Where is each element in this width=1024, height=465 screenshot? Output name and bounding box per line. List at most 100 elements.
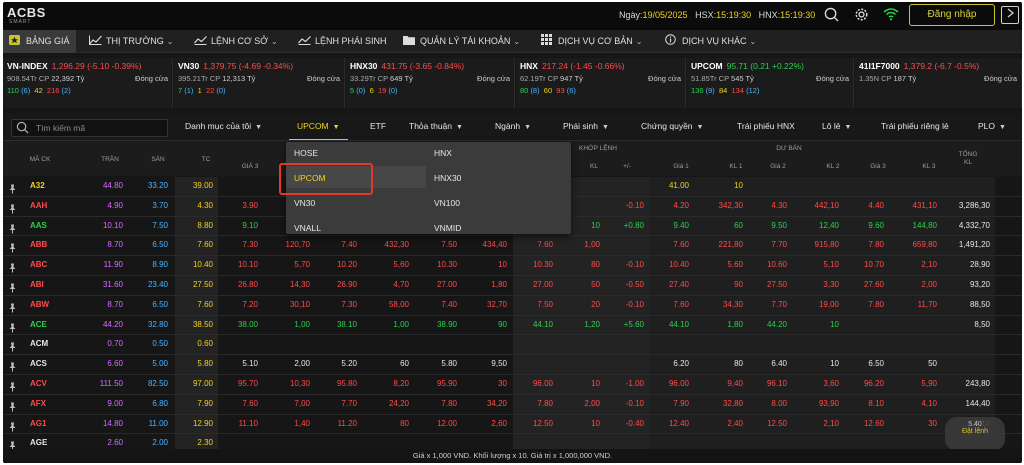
menu-label: DỊCH VỤ CƠ BẢN	[558, 36, 633, 46]
option-vn30[interactable]: VN30	[294, 198, 315, 208]
option-hnx30[interactable]: HNX30	[434, 173, 461, 183]
pin-icon[interactable]	[8, 339, 18, 352]
tab-nganh[interactable]: Ngành ▼	[495, 121, 531, 131]
pin-icon[interactable]	[8, 359, 18, 372]
col-tong-kl: TỔNG KL	[958, 151, 978, 166]
tab-upcom[interactable]: UPCOM ▼	[289, 121, 348, 141]
pin-icon[interactable]	[8, 438, 18, 451]
cell-ak3: 2,00	[921, 279, 937, 289]
cell-a1: 7.60	[673, 299, 689, 309]
tab-lo-le[interactable]: Lô lẻ ▼	[822, 121, 851, 131]
tab-trai-phieu-hnx[interactable]: Trái phiếu HNX	[737, 121, 795, 131]
pin-icon[interactable]	[8, 221, 18, 234]
cell-tr: 2.60	[107, 438, 123, 448]
symbol[interactable]: ABI	[30, 280, 44, 289]
pin-icon[interactable]	[8, 320, 18, 333]
index-card[interactable]: HNX 217.24 (-1.45 -0.66%) 62.19Tr CP 947 T…	[516, 58, 686, 108]
pin-icon[interactable]	[8, 399, 18, 412]
table-row[interactable]: ABB 8.70 6.50 7.60 7.30 120,70 7.40 432,30 7.50 4…	[3, 236, 1022, 257]
unchanged-count: 60	[543, 86, 553, 95]
symbol[interactable]: A32	[30, 181, 45, 190]
cell-a1: 10.40	[668, 260, 689, 270]
pin-icon[interactable]	[8, 260, 18, 273]
table-row[interactable]: ABC 11.90 8.90 10.40 10.10 5,70 10.20 5,60 10.30…	[3, 256, 1022, 276]
pin-icon[interactable]	[8, 240, 18, 253]
table-row[interactable]: ACE 44.20 32.80 38.50 38.00 1,00 38.10 1,00 38.9…	[3, 316, 1022, 336]
table-row[interactable]: ACM 0.70 0.50 0.60	[3, 335, 1022, 356]
option-hose[interactable]: HOSE	[294, 148, 318, 158]
index-card[interactable]: HNX30 431.75 (-3.65 -0.84%) 33.29Tr CP 649…	[346, 58, 515, 108]
menu-lenh-phai-sinh[interactable]: LỆNH PHÁI SINH	[298, 30, 387, 53]
index-card[interactable]: VN-INDEX 1,296.29 (-5.10 -0.39%) 908.54Tr …	[3, 58, 173, 108]
cell-t: 28,90	[969, 260, 990, 270]
cell-ak1: 90	[734, 279, 743, 289]
symbol[interactable]: ABC	[30, 260, 47, 269]
symbol[interactable]: AFX	[30, 399, 46, 408]
symbol[interactable]: ACS	[30, 359, 47, 368]
table-row[interactable]: ACV 111.50 82.50 97.00 95.70 10,30 95.80 8,20 95…	[3, 375, 1022, 395]
symbol[interactable]: ACE	[30, 320, 47, 329]
cell-t: 243,80	[965, 378, 990, 388]
gear-icon[interactable]	[853, 7, 870, 24]
table-row[interactable]: AG1 14.80 11.00 12.90 11.10 1,40 11.20 80 12.00 2…	[3, 415, 1022, 435]
pin-icon[interactable]	[8, 201, 18, 214]
col-san: SÀN	[151, 156, 165, 163]
symbol[interactable]: AAH	[30, 201, 47, 210]
symbol[interactable]: ACM	[30, 339, 48, 348]
search-box[interactable]: Tìm kiếm mã	[11, 119, 168, 137]
cell-tr: 8.70	[107, 240, 123, 250]
cell-t: 8,50	[974, 319, 990, 329]
symbol[interactable]: AGE	[30, 438, 47, 447]
cell-b3: 38.00	[237, 319, 258, 329]
cell-a1: 44.10	[668, 319, 689, 329]
cell-t: 144,40	[965, 398, 990, 408]
menu-quan-ly-tai-khoan[interactable]: QUẢN LÝ TÀI KHOẢN ⌄	[403, 30, 520, 53]
table-row[interactable]: ABI 31.60 23.40 27.50 26.80 14,30 26.90 4,70 27.…	[3, 276, 1022, 296]
star-icon	[9, 31, 21, 45]
cell-sn: 7.50	[152, 220, 168, 230]
exit-icon[interactable]	[1001, 6, 1019, 24]
pin-icon[interactable]	[8, 280, 18, 293]
cell-t: 4,332,70	[958, 220, 990, 230]
menu-dich-vu-khac[interactable]: DỊCH VỤ KHÁC ⌄	[665, 30, 756, 53]
login-button[interactable]: Đăng nhập	[909, 4, 995, 26]
symbol[interactable]: ACV	[30, 379, 47, 388]
pin-icon[interactable]	[8, 379, 18, 392]
tab-thoa-thuan[interactable]: Thỏa thuận ▼	[409, 121, 463, 131]
pin-icon[interactable]	[8, 300, 18, 313]
order-button[interactable]: 5.40 Đặt lệnh	[945, 417, 1005, 451]
menu-dich-vu-co-ban[interactable]: DỊCH VỤ CƠ BẢN ⌄	[541, 30, 642, 53]
tab-danh-muc[interactable]: Danh mục của tôi ▼	[185, 121, 262, 131]
tab-trai-phieu-rieng-le[interactable]: Trái phiếu riêng lẻ	[881, 121, 949, 131]
tab-phai-sinh[interactable]: Phái sinh ▼	[563, 121, 609, 131]
symbol[interactable]: ABW	[30, 300, 49, 309]
menu-lenh-co-so[interactable]: LỆNH CƠ SỞ ⌄	[194, 30, 278, 53]
cell-tr: 111.50	[99, 378, 123, 388]
tab-chung-quyen[interactable]: Chứng quyền ▼	[641, 121, 703, 131]
chart-icon	[89, 31, 102, 45]
table-row[interactable]: ABW 8.70 6.50 7.60 7.20 30,10 7.30 58,00 7.40 32,…	[3, 296, 1022, 316]
table-row[interactable]: ACS 6.60 5.00 5.80 5.10 2,00 5.20 60 5.80 9,50 6.2…	[3, 355, 1022, 375]
symbol[interactable]: AAS	[30, 221, 47, 230]
symbol[interactable]: ABB	[30, 240, 47, 249]
symbol[interactable]: AG1	[30, 419, 46, 428]
index-card[interactable]: 41I1F7000 1,379.2 (-6.7 -0.5%) 1.35N CP 18…	[855, 58, 1022, 108]
table-row[interactable]: AFX 9.00 6.80 7.90 7.60 7,00 7.70 24,20 7.80 34,2…	[3, 395, 1022, 415]
menu-thi-truong[interactable]: THỊ TRƯỜNG ⌄	[89, 30, 173, 53]
option-hnx[interactable]: HNX	[434, 148, 452, 158]
index-card[interactable]: VN30 1,379.75 (-4.69 -0.34%) 395.21Tr CP 1…	[174, 58, 345, 108]
cell-tr: 11.90	[103, 260, 123, 270]
option-vn100[interactable]: VN100	[434, 198, 460, 208]
tab-plo[interactable]: PLO ▼	[978, 121, 1006, 131]
menu-bang-gia[interactable]: BẢNG GIÁ	[3, 30, 76, 53]
cell-ak2: 2,10	[823, 418, 839, 428]
cell-ak2: 19,00	[818, 299, 839, 309]
option-vnall[interactable]: VNALL	[294, 223, 321, 233]
search-icon[interactable]	[823, 7, 840, 24]
pin-icon[interactable]	[8, 419, 18, 432]
market-time: Ngày:19/05/2025 HSX:15:19:30 HNX:15:19:3…	[619, 10, 815, 20]
pin-icon[interactable]	[8, 181, 18, 194]
index-card[interactable]: UPCOM 95.71 (0.21 +0.22%) 51.85Tr CP 545 T…	[687, 58, 854, 108]
tab-etf[interactable]: ETF	[370, 121, 386, 131]
option-vnmid[interactable]: VNMID	[434, 223, 461, 233]
